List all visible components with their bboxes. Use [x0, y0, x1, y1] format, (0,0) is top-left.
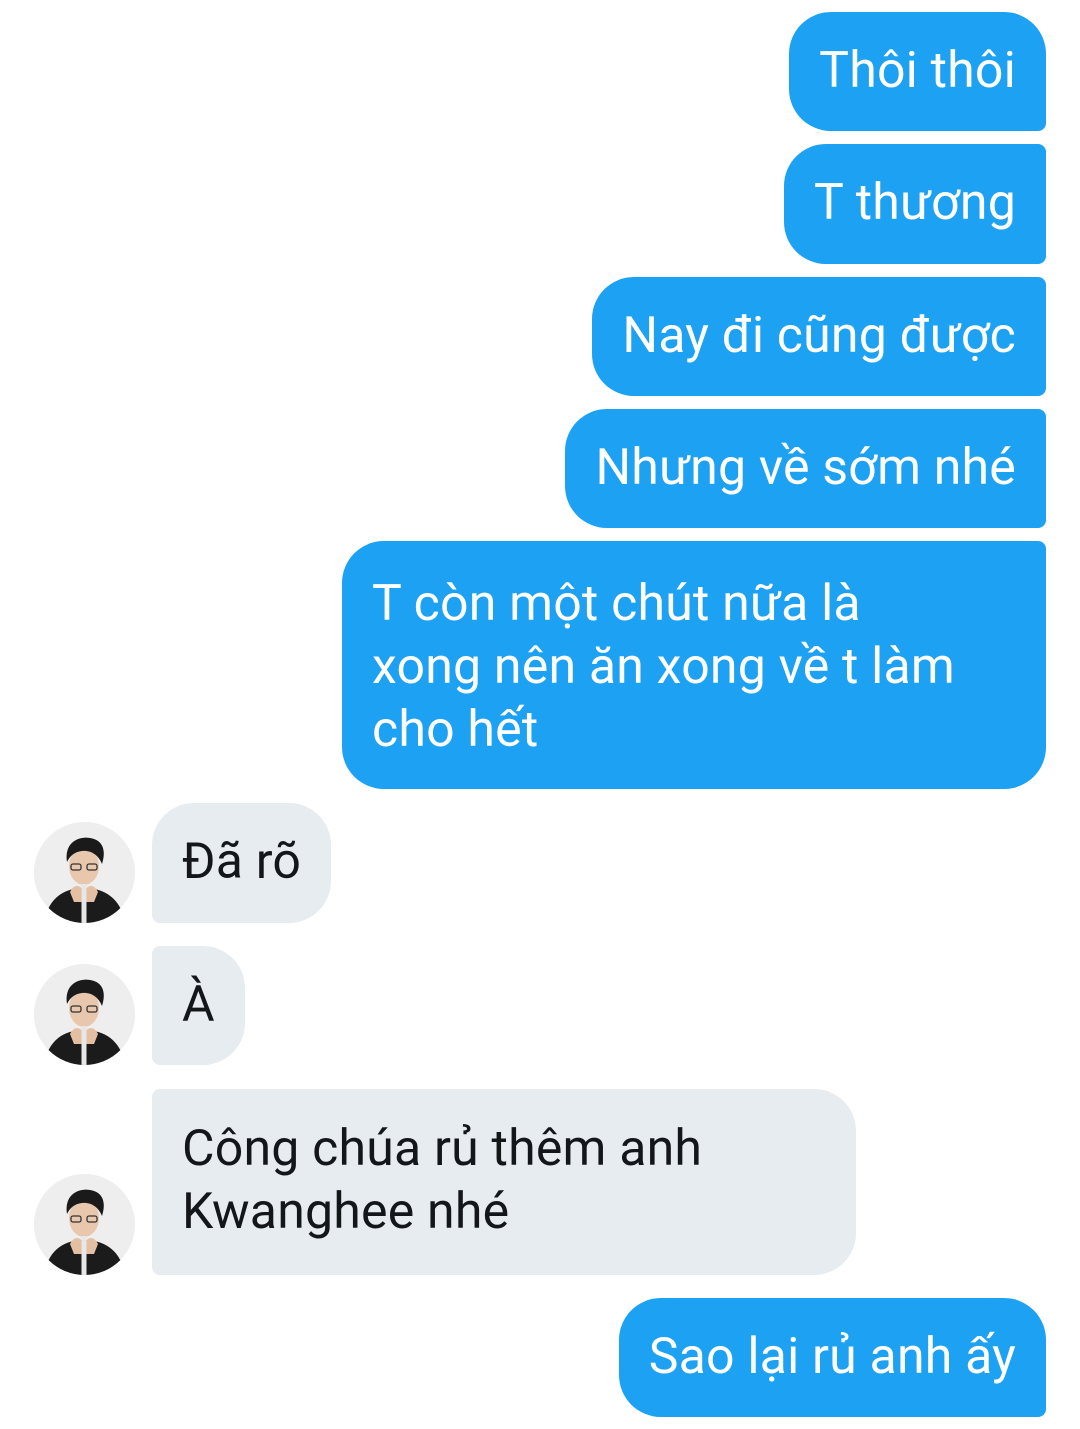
- message-text: Đã rõ: [182, 833, 302, 891]
- message-text: À: [182, 976, 215, 1034]
- avatar[interactable]: [34, 1174, 135, 1275]
- message-incoming[interactable]: Đã rõ: [152, 803, 332, 923]
- message-text-line: Công chúa rủ thêm anh: [182, 1120, 703, 1178]
- message-outgoing[interactable]: T còn một chút nữa là xong nên ăn xong v…: [342, 541, 1046, 789]
- user-avatar-icon: [34, 1174, 135, 1275]
- message-outgoing[interactable]: T thương: [784, 144, 1046, 264]
- message-outgoing[interactable]: Sao lại rủ anh ấy: [618, 1298, 1046, 1417]
- message-incoming[interactable]: Công chúa rủ thêm anh Kwanghee nhé: [152, 1089, 856, 1275]
- message-text: T thương: [814, 174, 1016, 232]
- message-text-line: xong nên ăn xong về t làm: [372, 638, 955, 696]
- avatar[interactable]: [34, 822, 135, 923]
- message-outgoing[interactable]: Thôi thôi: [789, 12, 1046, 131]
- message-incoming[interactable]: À: [152, 946, 245, 1065]
- message-text: Nay đi cũng được: [622, 307, 1016, 365]
- user-avatar-icon: [34, 822, 135, 923]
- message-text-line: T còn một chút nữa là: [372, 575, 861, 633]
- message-outgoing[interactable]: Nhưng về sớm nhé: [565, 409, 1046, 528]
- user-avatar-icon: [34, 964, 135, 1065]
- message-text-line: Kwanghee nhé: [182, 1183, 510, 1241]
- message-outgoing[interactable]: Nay đi cũng được: [592, 277, 1046, 396]
- avatar[interactable]: [34, 964, 135, 1065]
- message-text: Nhưng về sớm nhé: [595, 439, 1016, 497]
- message-text-line: cho hết: [372, 701, 539, 759]
- message-text: Sao lại rủ anh ấy: [648, 1328, 1016, 1386]
- message-text: Thôi thôi: [819, 42, 1016, 100]
